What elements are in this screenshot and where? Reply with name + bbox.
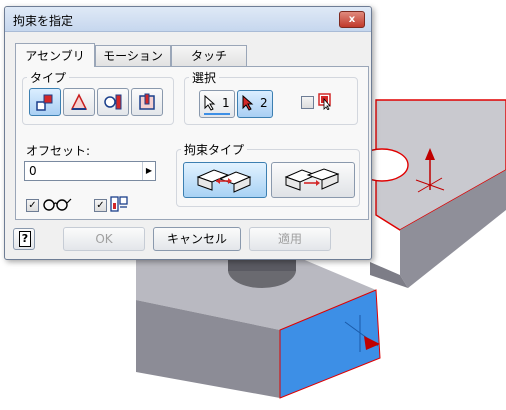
assembly-panel: タイプ 選択 1 2 オフセット: 0 ▶ ✓ ✓ 拘束タイプ [15,66,369,220]
insert-constraint-icon [139,93,155,110]
select-1-button[interactable]: 1 [199,90,235,118]
select-1-indicator [204,113,230,115]
help-icon: ? [19,231,31,247]
mate-solution-icon [196,169,252,193]
flush-solution-icon [284,168,340,191]
cursor-icon [204,95,216,111]
type-group-label: タイプ [27,69,70,86]
tangent-constraint-icon [104,94,122,110]
pick-part-first-checkbox[interactable] [301,96,314,109]
mate-solution-button[interactable] [183,162,267,198]
selection-group: 選択 1 2 [184,69,358,125]
dialog-title: 拘束を指定 [13,14,74,28]
place-constraint-dialog: 拘束を指定 x アセンブリ モーション タッチ タイプ 選択 1 2 オフセット… [4,6,372,260]
insert-button[interactable] [131,88,163,116]
offset-dropdown-arrow-icon[interactable]: ▶ [142,162,155,180]
angle-constraint-icon [70,93,88,110]
apply-button[interactable]: 適用 [249,227,331,251]
mate-constraint-icon [36,94,53,111]
offset-label: オフセット: [26,144,91,158]
cancel-button[interactable]: キャンセル [153,227,241,251]
title-bar[interactable]: 拘束を指定 x [5,7,371,32]
tab-assembly[interactable]: アセンブリ [15,43,95,67]
cursor-red-icon [242,95,254,111]
ok-button[interactable]: OK [63,227,145,251]
tab-transitional[interactable]: タッチ [171,45,247,66]
pick-part-first-icon [318,93,331,110]
help-button[interactable]: ? [13,228,35,250]
tab-motion[interactable]: モーション [95,45,171,66]
offset-field[interactable]: 0 ▶ [24,161,156,181]
right-block [355,99,506,288]
solution-group: 拘束タイプ [176,141,360,207]
show-preview-checkbox[interactable]: ✓ [26,199,39,212]
predict-offset-checkbox[interactable]: ✓ [94,199,107,212]
select-2-button[interactable]: 2 [237,90,273,118]
offset-value: 0 [29,164,37,178]
type-group: タイプ [22,69,174,125]
selection-group-label: 選択 [189,69,220,86]
tangent-button[interactable] [97,88,129,116]
select-1-label: 1 [222,96,230,110]
flush-solution-button[interactable] [271,162,355,198]
left-block [136,252,381,399]
glasses-icon [43,198,72,211]
close-button[interactable]: x [339,11,365,28]
select-2-label: 2 [260,96,268,110]
angle-button[interactable] [63,88,95,116]
predict-offset-icon [110,196,128,212]
solution-group-label: 拘束タイプ [181,141,248,158]
mate-button[interactable] [29,88,61,116]
